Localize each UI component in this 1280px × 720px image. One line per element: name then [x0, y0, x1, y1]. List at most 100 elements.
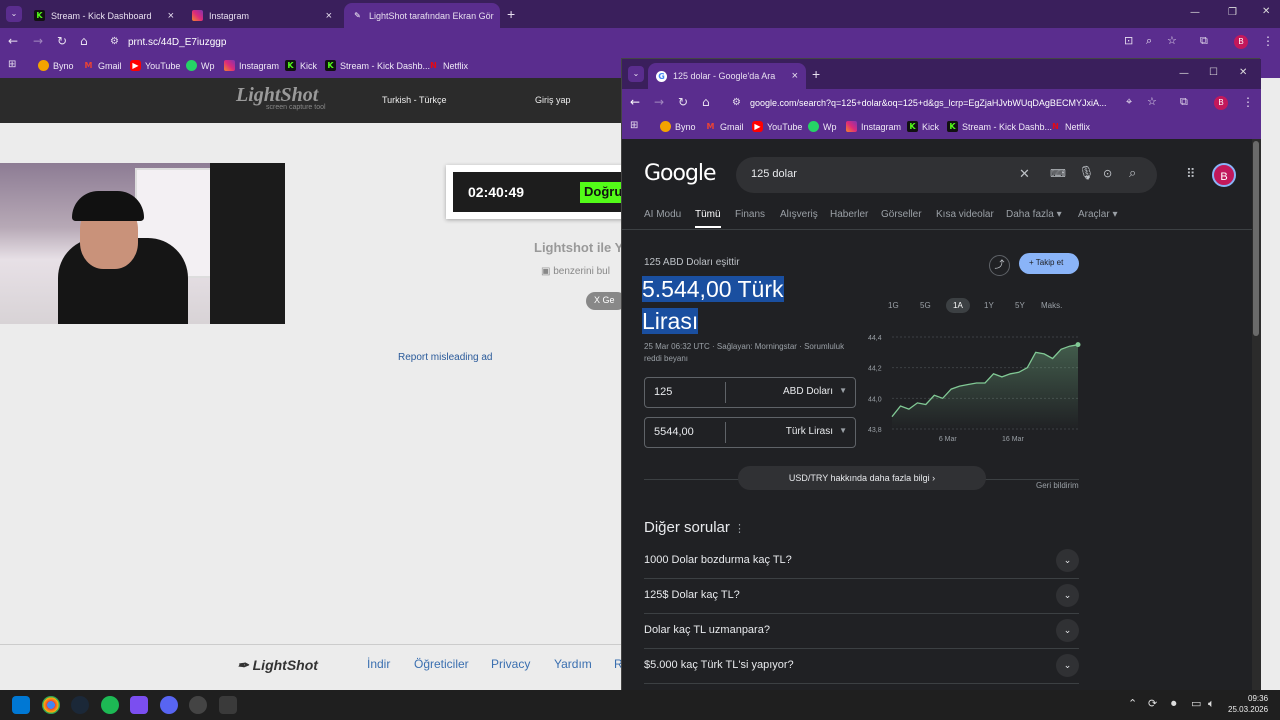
- tab-list-button[interactable]: ⌄: [6, 6, 22, 22]
- follow-button[interactable]: + Takip et: [1019, 253, 1079, 274]
- maximize-icon[interactable]: ☐: [1209, 67, 1218, 78]
- footer-link-privacy[interactable]: Privacy: [491, 657, 530, 671]
- bookmark-kick[interactable]: K Kick: [285, 60, 317, 71]
- range-max[interactable]: Maks.: [1041, 301, 1062, 310]
- tab-all[interactable]: Tümü: [695, 209, 721, 228]
- apps-icon[interactable]: ⊞: [8, 59, 16, 70]
- footer-link-tutorials[interactable]: Öğreticiler: [414, 657, 469, 671]
- to-currency-select[interactable]: Türk Lirası: [786, 426, 833, 437]
- share-icon[interactable]: ⤴: [989, 255, 1010, 276]
- profile-avatar[interactable]: B: [1214, 96, 1228, 110]
- bookmark-wp[interactable]: Wp: [186, 60, 215, 71]
- display-icon[interactable]: ▭: [1191, 697, 1201, 710]
- bookmark-stream[interactable]: K Stream - Kick Dashb...: [947, 121, 1052, 132]
- apps-grid-icon[interactable]: ⠿: [1186, 167, 1196, 182]
- range-5y[interactable]: 5Y: [1015, 301, 1025, 310]
- microphone-icon[interactable]: 🎙︎: [1078, 166, 1095, 181]
- spotify-icon[interactable]: [101, 696, 119, 714]
- lightshot-logo[interactable]: LightShot screen capture tool: [236, 84, 326, 111]
- chevron-down-icon[interactable]: ⌄: [1056, 619, 1079, 642]
- apps-icon[interactable]: ⊞: [630, 120, 638, 131]
- more-info-button[interactable]: USD/TRY hakkında daha fazla bilgi ›: [738, 466, 986, 490]
- range-5d[interactable]: 5G: [920, 301, 931, 310]
- calculator-icon[interactable]: [219, 696, 237, 714]
- dropdown-arrow-icon[interactable]: ▼: [839, 426, 847, 435]
- footer-logo[interactable]: ✒ LightShot: [237, 657, 318, 674]
- dropdown-arrow-icon[interactable]: ▼: [839, 386, 847, 395]
- obs-icon[interactable]: [189, 696, 207, 714]
- system-clock[interactable]: 09:36 25.03.2026: [1228, 693, 1268, 715]
- bookmark-byno[interactable]: Byno: [38, 60, 74, 71]
- bookmark-gmail[interactable]: M Gmail: [705, 121, 744, 132]
- bookmark-gmail[interactable]: M Gmail: [83, 60, 122, 71]
- search-icon[interactable]: ⌕: [1129, 166, 1136, 181]
- bookmark-wp[interactable]: Wp: [808, 121, 837, 132]
- minimize-icon[interactable]: —: [1190, 7, 1200, 18]
- reload-icon[interactable]: ↻: [57, 34, 67, 48]
- address-bar[interactable]: google.com/search?q=125+dolar&oq=125+d&g…: [750, 98, 1120, 108]
- google-avatar[interactable]: B: [1212, 163, 1236, 187]
- start-icon[interactable]: [12, 696, 30, 714]
- menu-icon[interactable]: ⋮: [1242, 95, 1254, 109]
- bookmark-netflix[interactable]: N Netflix: [428, 60, 468, 71]
- new-tab-button[interactable]: +: [507, 6, 515, 22]
- menu-icon[interactable]: ⋮: [1262, 34, 1274, 48]
- footer-link-help[interactable]: Yardım: [554, 657, 592, 671]
- tab-lightshot[interactable]: ✎LightShot tarafından Ekran Gör×: [344, 3, 500, 28]
- site-info-icon[interactable]: ⚙: [732, 97, 741, 108]
- close-window-icon[interactable]: ✕: [1239, 67, 1247, 78]
- close-icon[interactable]: ×: [326, 10, 332, 22]
- back-arrow-icon[interactable]: ←: [8, 34, 18, 48]
- sync-icon[interactable]: ⟳: [1148, 697, 1157, 710]
- mic-icon[interactable]: ⏺: [1171, 697, 1177, 711]
- feedback-link[interactable]: Geri bildirim: [1036, 481, 1079, 490]
- address-bar[interactable]: prnt.sc/44D_E7iuzggp: [128, 37, 226, 48]
- tab-shopping[interactable]: Alışveriş: [780, 209, 818, 220]
- star-icon[interactable]: ☆: [1147, 95, 1157, 108]
- zoom-icon[interactable]: ⌕: [1146, 34, 1152, 48]
- find-similar-link[interactable]: ▣ benzerini bul: [541, 266, 610, 277]
- lens-icon[interactable]: ⊙: [1103, 167, 1112, 180]
- bookmark-instagram[interactable]: Instagram: [224, 60, 279, 71]
- tab-instagram[interactable]: Instagram ×: [184, 3, 340, 28]
- tab-more[interactable]: Daha fazla ▾: [1006, 209, 1062, 220]
- bookmark-stream[interactable]: K Stream - Kick Dashb...: [325, 60, 430, 71]
- range-1m[interactable]: 1A: [946, 298, 970, 313]
- tab-finance[interactable]: Finans: [735, 209, 765, 220]
- vegas-icon[interactable]: [130, 696, 148, 714]
- minimize-icon[interactable]: —: [1179, 68, 1189, 79]
- question-row[interactable]: 125$ Dolar kaç TL? ⌄: [644, 579, 1079, 614]
- bookmark-instagram[interactable]: Instagram: [846, 121, 901, 132]
- report-ad-link[interactable]: Report misleading ad: [398, 352, 493, 363]
- bookmark-youtube[interactable]: ▶ YouTube: [130, 60, 180, 71]
- range-1y[interactable]: 1Y: [984, 301, 994, 310]
- tab-list-button[interactable]: ⌄: [628, 66, 644, 82]
- tab-kick-dashboard[interactable]: K Stream - Kick Dashboard ×: [26, 3, 182, 28]
- question-row[interactable]: $5.000 kaç Türk TL'si yapıyor? ⌄: [644, 649, 1079, 684]
- language-select[interactable]: Turkish - Türkçe: [382, 95, 447, 105]
- from-currency-select[interactable]: ABD Doları: [783, 386, 833, 397]
- chevron-down-icon[interactable]: ⌄: [1056, 654, 1079, 677]
- to-currency-box[interactable]: 5544,00 Türk Lirası ▼: [644, 417, 856, 448]
- bookmark-netflix[interactable]: N Netflix: [1050, 121, 1090, 132]
- tab-ai-mode[interactable]: AI Modu: [644, 209, 681, 220]
- home-icon[interactable]: ⌂: [80, 34, 88, 48]
- keyboard-icon[interactable]: ⌨: [1050, 167, 1066, 180]
- question-row[interactable]: 1000 Dolar bozdurma kaç TL? ⌄: [644, 544, 1079, 579]
- bookmark-byno[interactable]: Byno: [660, 121, 696, 132]
- close-window-icon[interactable]: ✕: [1262, 6, 1270, 17]
- chevron-down-icon[interactable]: ⌄: [1056, 549, 1079, 572]
- install-icon[interactable]: ⊡: [1124, 34, 1133, 47]
- location-icon[interactable]: ⌖: [1126, 95, 1132, 109]
- range-1d[interactable]: 1G: [888, 301, 899, 310]
- chrome-icon[interactable]: [42, 696, 60, 714]
- question-row[interactable]: Dolar kaç TL uzmanpara? ⌄: [644, 614, 1079, 649]
- x-share-button[interactable]: X Ge: [586, 292, 626, 310]
- forward-arrow-icon[interactable]: →: [33, 34, 43, 48]
- from-amount-input[interactable]: 125: [654, 386, 672, 398]
- bookmark-youtube[interactable]: ▶ YouTube: [752, 121, 802, 132]
- tab-google-search[interactable]: G 125 dolar - Google'da Ara ×: [648, 63, 806, 89]
- back-arrow-icon[interactable]: ←: [630, 95, 640, 109]
- tray-arrow-icon[interactable]: ⌃: [1128, 697, 1137, 710]
- tab-news[interactable]: Haberler: [830, 209, 868, 220]
